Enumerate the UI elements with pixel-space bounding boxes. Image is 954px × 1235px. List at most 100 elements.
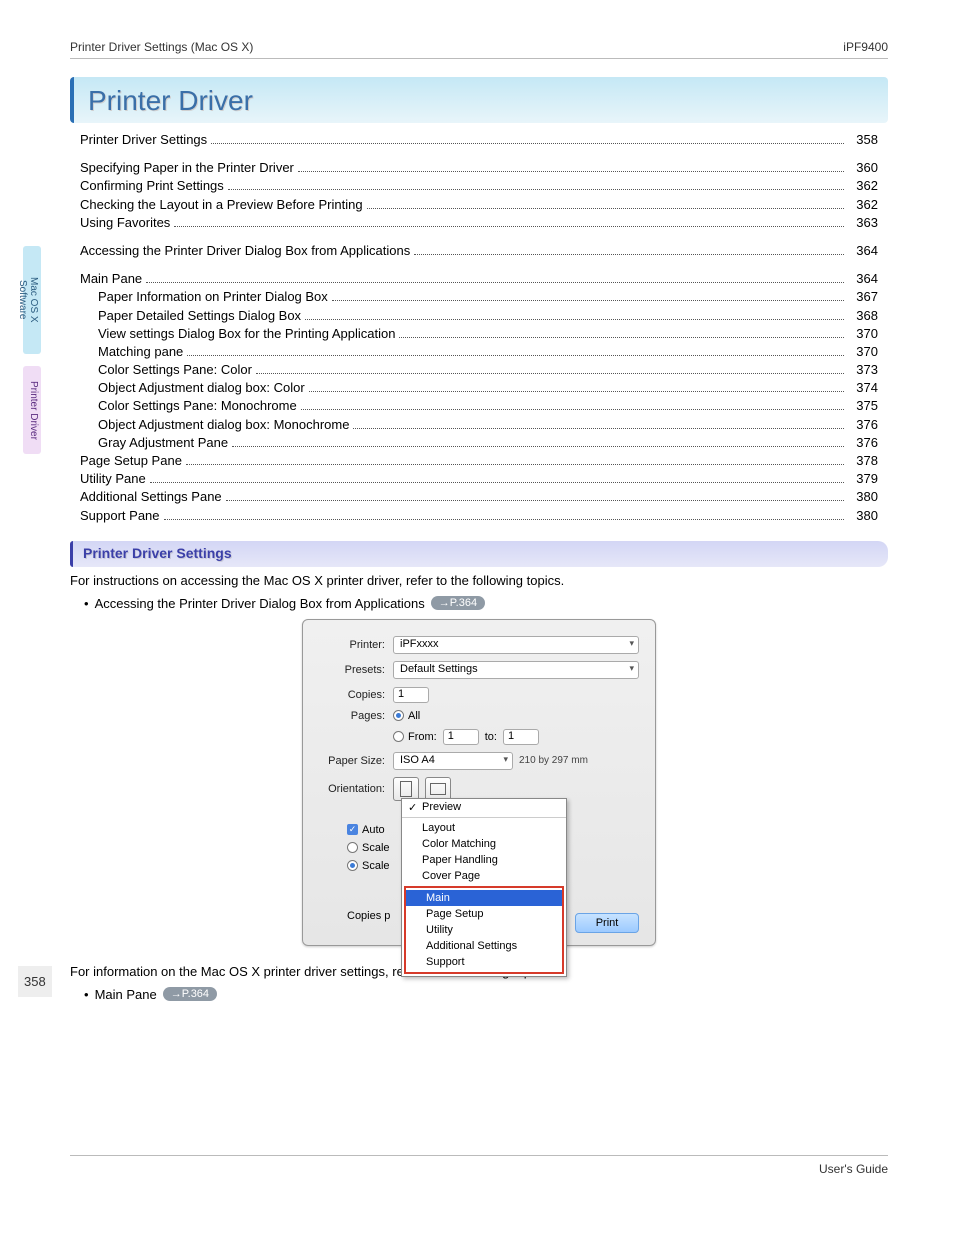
- toc-row[interactable]: Paper Detailed Settings Dialog Box 368: [80, 307, 878, 325]
- toc-page: 368: [848, 307, 878, 325]
- from-input[interactable]: 1: [443, 729, 479, 745]
- toc-label: Gray Adjustment Pane: [80, 434, 228, 452]
- footer: User's Guide: [70, 1155, 888, 1176]
- toc-label: Utility Pane: [80, 470, 146, 488]
- pane-popup[interactable]: Preview LayoutColor MatchingPaper Handli…: [401, 798, 567, 977]
- popup-preview[interactable]: Preview: [402, 799, 566, 815]
- toc-label: Using Favorites: [80, 214, 170, 232]
- toc-label: Paper Detailed Settings Dialog Box: [80, 307, 301, 325]
- toc-row[interactable]: Object Adjustment dialog box: Monochrome…: [80, 416, 878, 434]
- toc-page: 373: [848, 361, 878, 379]
- papersize-label: Paper Size:: [319, 755, 393, 767]
- toc-row[interactable]: Paper Information on Printer Dialog Box …: [80, 288, 878, 306]
- auto-check[interactable]: [347, 824, 358, 835]
- toc-page: 363: [848, 214, 878, 232]
- toc-page: 358: [848, 131, 878, 149]
- toc-row[interactable]: Utility Pane 379: [80, 470, 878, 488]
- toc-page: 380: [848, 507, 878, 525]
- toc-page: 364: [848, 270, 878, 288]
- toc-page: 364: [848, 242, 878, 260]
- popup-main[interactable]: Main: [406, 890, 562, 906]
- bullet-icon: •: [84, 596, 89, 611]
- toc-label: Accessing the Printer Driver Dialog Box …: [80, 242, 410, 260]
- toc-row[interactable]: Page Setup Pane 378: [80, 452, 878, 470]
- toc-row[interactable]: Main Pane 364: [80, 270, 878, 288]
- toc-label: View settings Dialog Box for the Printin…: [80, 325, 395, 343]
- popup-item[interactable]: Additional Settings: [406, 938, 562, 954]
- bullet-link-2[interactable]: • Main Pane →P.364: [84, 987, 888, 1002]
- pages-all-radio[interactable]: [393, 710, 404, 721]
- toc-row[interactable]: Using Favorites 363: [80, 214, 878, 232]
- toc-label: Color Settings Pane: Monochrome: [80, 397, 297, 415]
- toc-page: 380: [848, 488, 878, 506]
- popup-item[interactable]: Cover Page: [402, 868, 566, 884]
- page-header: Printer Driver Settings (Mac OS X) iPF94…: [70, 40, 888, 59]
- toc-row[interactable]: Matching pane 370: [80, 343, 878, 361]
- toc-row[interactable]: Object Adjustment dialog box: Color 374: [80, 379, 878, 397]
- toc-label: Object Adjustment dialog box: Monochrome: [80, 416, 349, 434]
- toc-label: Paper Information on Printer Dialog Box: [80, 288, 328, 306]
- scale-radio-2[interactable]: [347, 860, 358, 871]
- copies-input[interactable]: 1: [393, 687, 429, 703]
- toc-page: 376: [848, 416, 878, 434]
- to-input[interactable]: 1: [503, 729, 539, 745]
- page-ref-pill[interactable]: →P.364: [431, 596, 485, 610]
- toc-page: 370: [848, 343, 878, 361]
- orientation-label: Orientation:: [319, 783, 393, 795]
- toc-row[interactable]: Color Settings Pane: Color 373: [80, 361, 878, 379]
- presets-label: Presets:: [319, 664, 393, 676]
- toc-page: 374: [848, 379, 878, 397]
- toc-row[interactable]: Gray Adjustment Pane 376: [80, 434, 878, 452]
- toc-page: 375: [848, 397, 878, 415]
- bullet-link-1[interactable]: • Accessing the Printer Driver Dialog Bo…: [84, 596, 888, 611]
- popup-item[interactable]: Utility: [406, 922, 562, 938]
- toc-row[interactable]: Checking the Layout in a Preview Before …: [80, 196, 878, 214]
- printer-select[interactable]: iPFxxxx: [393, 636, 639, 654]
- toc-label: Main Pane: [80, 270, 142, 288]
- toc-page: 370: [848, 325, 878, 343]
- side-tab-software: Mac OS X Software: [23, 246, 41, 354]
- print-button[interactable]: Print: [575, 913, 639, 933]
- copies-label: Copies:: [319, 689, 393, 701]
- toc-row[interactable]: View settings Dialog Box for the Printin…: [80, 325, 878, 343]
- toc-label: Matching pane: [80, 343, 183, 361]
- page-number-badge: 358: [18, 966, 52, 997]
- toc-row[interactable]: Support Pane 380: [80, 507, 878, 525]
- papersize-select[interactable]: ISO A4: [393, 752, 513, 770]
- breadcrumb: Printer Driver Settings (Mac OS X): [70, 40, 253, 54]
- print-dialog: Printer: iPFxxxx Presets: Default Settin…: [302, 619, 656, 946]
- popup-item[interactable]: Layout: [402, 820, 566, 836]
- toc-page: 376: [848, 434, 878, 452]
- popup-item[interactable]: Page Setup: [406, 906, 562, 922]
- chapter-title: Printer Driver: [70, 77, 888, 123]
- toc-row[interactable]: Color Settings Pane: Monochrome 375: [80, 397, 878, 415]
- model-name: iPF9400: [843, 40, 888, 54]
- pages-from-radio[interactable]: [393, 731, 404, 742]
- pages-label: Pages:: [319, 710, 393, 722]
- scale-radio-1[interactable]: [347, 842, 358, 853]
- table-of-contents: Printer Driver Settings 358 Specifying Pa…: [70, 129, 888, 535]
- size-note: 210 by 297 mm: [519, 755, 588, 766]
- page-ref-pill[interactable]: →P.364: [163, 987, 217, 1001]
- section-heading: Printer Driver Settings: [70, 541, 888, 567]
- popup-item[interactable]: Paper Handling: [402, 852, 566, 868]
- popup-item[interactable]: Color Matching: [402, 836, 566, 852]
- presets-select[interactable]: Default Settings: [393, 661, 639, 679]
- toc-label: Object Adjustment dialog box: Color: [80, 379, 305, 397]
- bullet-icon: •: [84, 987, 89, 1002]
- toc-label: Confirming Print Settings: [80, 177, 224, 195]
- toc-label: Checking the Layout in a Preview Before …: [80, 196, 363, 214]
- toc-label: Color Settings Pane: Color: [80, 361, 252, 379]
- toc-label: Printer Driver Settings: [80, 131, 207, 149]
- toc-row[interactable]: Additional Settings Pane 380: [80, 488, 878, 506]
- toc-row[interactable]: Accessing the Printer Driver Dialog Box …: [80, 242, 878, 260]
- intro-text-1: For instructions on accessing the Mac OS…: [70, 573, 888, 588]
- toc-row[interactable]: Specifying Paper in the Printer Driver 3…: [80, 159, 878, 177]
- toc-page: 367: [848, 288, 878, 306]
- toc-page: 360: [848, 159, 878, 177]
- side-tab-printer-driver: Printer Driver: [23, 366, 41, 454]
- toc-row[interactable]: Printer Driver Settings 358: [80, 131, 878, 149]
- popup-item[interactable]: Support: [406, 954, 562, 970]
- toc-label: Additional Settings Pane: [80, 488, 222, 506]
- toc-row[interactable]: Confirming Print Settings 362: [80, 177, 878, 195]
